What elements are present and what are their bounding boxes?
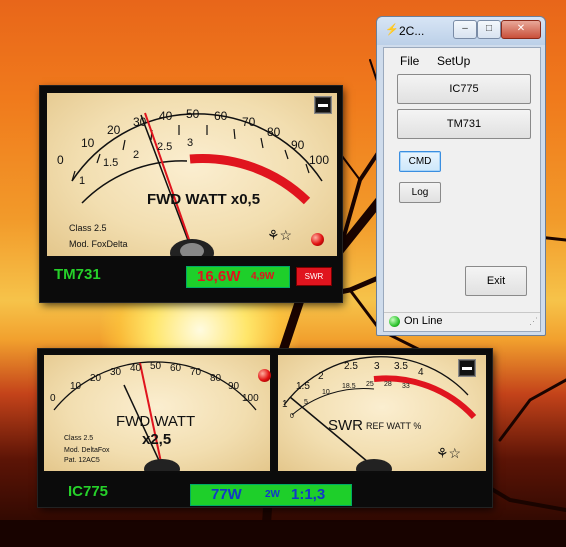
app-window: ⚡ 2C... – □ ✕ File SetUp IC775 TM731 CMD…	[376, 16, 546, 336]
readout-main: 77W	[211, 486, 242, 503]
model-text: Mod. DeltaFox	[64, 447, 110, 454]
swr-title: SWR	[328, 417, 363, 434]
log-button[interactable]: Log	[399, 182, 441, 203]
scale-label: 70	[242, 115, 256, 129]
needle-red	[144, 112, 194, 252]
power-readout: 16,6W 4,9W	[186, 266, 290, 288]
cmd-button[interactable]: CMD	[399, 151, 441, 172]
status-led	[258, 369, 271, 382]
ic775-button[interactable]: IC775	[397, 74, 531, 104]
meter-title: FWD WATT	[116, 413, 196, 430]
rig-name: TM731	[54, 266, 101, 283]
logo-icon: ⚘☆	[436, 445, 462, 461]
pat-text: Pat. 12AC5	[64, 457, 100, 464]
ref-scale-label: 10	[322, 389, 330, 396]
meter-face-fwd: 0 10 20 30 40 50 60 70 80 90 100 FWD WAT…	[42, 353, 272, 473]
scale-label: 100	[242, 393, 259, 404]
scale-label: 0	[57, 153, 64, 167]
logo-icon: ⚘☆	[267, 227, 293, 243]
online-led-icon	[389, 316, 400, 327]
swr-scale-label: 2	[133, 149, 140, 161]
scale-label: 90	[291, 138, 305, 152]
meter-multiplier: x2,5	[142, 431, 172, 448]
status-text: On Line	[404, 315, 443, 327]
menu-setup[interactable]: SetUp	[437, 54, 470, 68]
scale-label: 80	[210, 373, 222, 384]
scale-label: 60	[214, 109, 228, 123]
scale-label: 30	[133, 115, 147, 129]
scale-label: 10	[70, 381, 82, 392]
window-title: 2C...	[399, 24, 425, 38]
swr-scale-label: 1	[79, 175, 86, 187]
swr-scale-label: 1	[282, 399, 288, 410]
app-icon: ⚡	[385, 24, 399, 36]
swr-subtitle: REF WATT %	[366, 421, 422, 431]
scale-label: 70	[190, 367, 202, 378]
status-led	[311, 233, 324, 246]
readout-main: 16,6W	[197, 268, 241, 285]
swr-scale-label: 2.5	[344, 361, 358, 372]
meter-face-swr: 1 1.5 2 2.5 3 3.5 4 0 5 10 18.5 25 28 33…	[276, 353, 488, 473]
scale-label: 30	[110, 367, 122, 378]
scale-label: 60	[170, 363, 182, 374]
readout-sub: 4,9W	[251, 271, 275, 282]
ref-scale-label: 0	[290, 413, 294, 420]
scale-label: 40	[159, 109, 173, 123]
scale-label: 20	[90, 373, 102, 384]
exit-button[interactable]: Exit	[465, 266, 527, 296]
power-readout: 77W 2W 1:1,3	[190, 484, 352, 506]
swr-scale-label: 1.5	[103, 157, 119, 169]
scale-label: 100	[309, 153, 330, 167]
ref-scale-label: 25	[366, 381, 374, 388]
swr-scale-label: 3	[374, 361, 380, 372]
needle-black	[140, 114, 193, 252]
resize-grip-icon[interactable]: ⋰	[529, 316, 538, 327]
minimize-button[interactable]: –	[453, 20, 477, 39]
scale-label: 0	[50, 393, 56, 404]
close-button[interactable]: ✕	[501, 20, 541, 39]
scale-label: 20	[107, 123, 121, 137]
meter-window-tm731: 0 10 20 30 40 50 60 70 80 90 100 1 1.5 2…	[40, 86, 342, 302]
ref-scale-label: 28	[384, 381, 392, 388]
model-text: Mod. FoxDelta	[69, 239, 128, 249]
ref-scale-label: 33	[402, 383, 410, 390]
minimize-button[interactable]	[314, 96, 332, 114]
swr-scale-label: 1.5	[296, 381, 310, 392]
scale-label: 50	[150, 361, 162, 372]
rig-name: IC775	[68, 483, 109, 500]
ref-scale-label: 18.5	[342, 383, 356, 390]
swr-scale-label: 3	[187, 137, 194, 149]
status-bar: On Line ⋰	[384, 312, 540, 331]
class-text: Class 2.5	[69, 223, 107, 233]
meter-window-ic775: 0 10 20 30 40 50 60 70 80 90 100 FWD WAT…	[38, 349, 492, 507]
meter-title: FWD WATT x0,5	[147, 191, 261, 208]
swr-button[interactable]: SWR	[296, 267, 332, 286]
tm731-button[interactable]: TM731	[397, 109, 531, 139]
scale-label: 40	[130, 363, 142, 374]
maximize-button[interactable]: □	[477, 20, 501, 39]
menu-file[interactable]: File	[400, 54, 419, 68]
swr-scale-label: 3.5	[394, 361, 408, 372]
swr-scale-label: 4	[418, 367, 424, 378]
scale-label: 10	[81, 136, 95, 150]
title-bar[interactable]: ⚡ 2C... – □ ✕	[377, 17, 545, 45]
readout-swr: 1:1,3	[291, 486, 326, 503]
scale-label: 90	[228, 381, 240, 392]
readout-sub: 2W	[265, 489, 280, 500]
ref-scale-label: 5	[304, 399, 308, 406]
app-client: File SetUp IC775 TM731 CMD Log Exit On L…	[383, 47, 541, 332]
scale-label: 80	[267, 125, 281, 139]
swr-scale-label: 2.5	[157, 141, 173, 153]
class-text: Class 2.5	[64, 435, 94, 442]
scale-label: 50	[186, 107, 200, 121]
meter-face: 0 10 20 30 40 50 60 70 80 90 100 1 1.5 2…	[45, 91, 339, 258]
minimize-button[interactable]	[458, 359, 476, 377]
swr-scale-label: 2	[318, 371, 324, 382]
